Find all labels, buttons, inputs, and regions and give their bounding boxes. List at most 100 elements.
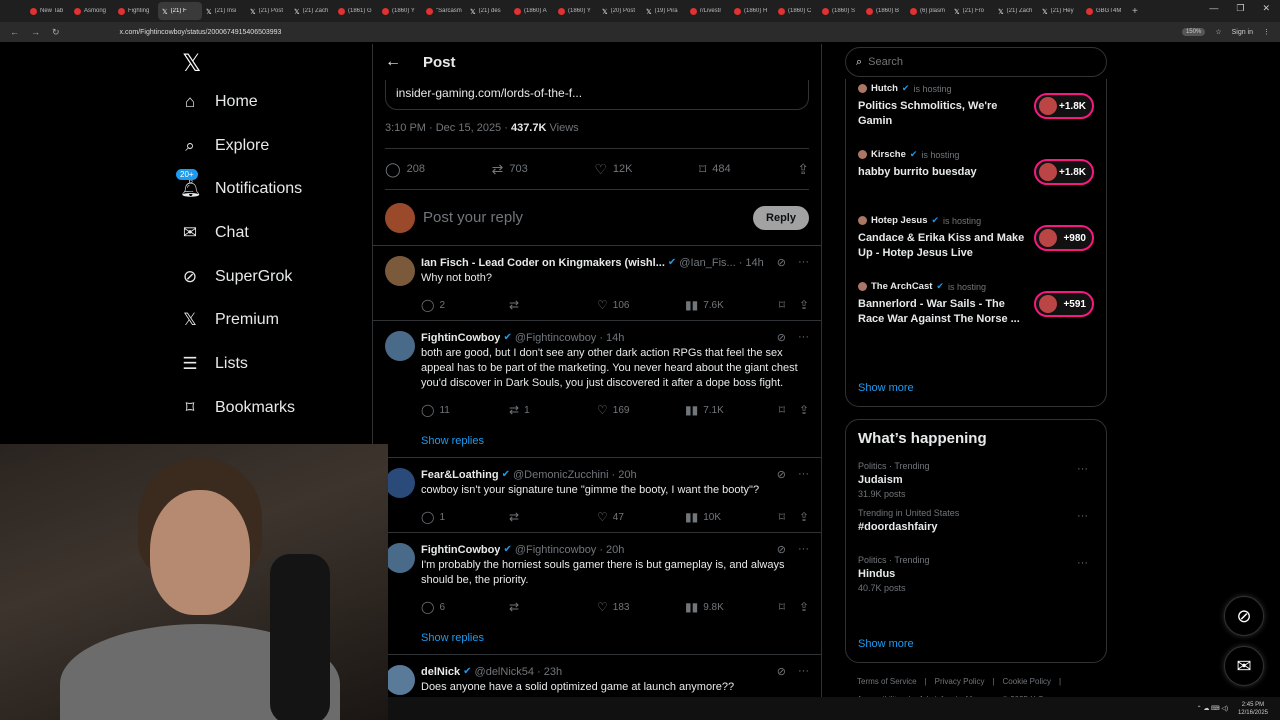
reply-bookmark-action[interactable]: ⌑ (779, 510, 785, 524)
close-icon[interactable]: ✕ (1262, 3, 1270, 14)
reply-time[interactable]: · 20h (612, 469, 637, 481)
reply-author-name[interactable]: delNick (421, 666, 460, 678)
footer-link[interactable]: Terms of Service (857, 677, 917, 686)
reply-handle[interactable]: @Ian_Fis... (679, 257, 735, 269)
reply-share-action[interactable]: ⇪ (799, 600, 809, 614)
reply-bookmark-action[interactable]: ⌑ (779, 403, 785, 417)
zoom-badge[interactable]: 150% (1181, 28, 1206, 36)
avatar[interactable] (385, 331, 415, 361)
reply-button[interactable]: Reply (753, 205, 809, 230)
reply-author-name[interactable]: FightinCowboy (421, 544, 500, 556)
browser-tab[interactable]: 𝕏 (21) Fro (950, 2, 994, 20)
reply-time[interactable]: · 23h (537, 666, 562, 678)
more-icon[interactable]: ··· (1077, 510, 1088, 522)
browser-tab[interactable]: 𝕏 (21) Hey (1038, 2, 1082, 20)
search-input[interactable] (868, 56, 1069, 68)
more-icon[interactable]: ··· (798, 665, 809, 678)
show-replies-link[interactable]: Show replies (373, 622, 821, 655)
reply-share-action[interactable]: ⇪ (799, 298, 809, 312)
browser-tab[interactable]: (1860) A (510, 2, 554, 20)
x-logo-icon[interactable]: 𝕏 (182, 50, 370, 80)
reply-reposts-action[interactable]: ⇄ (509, 298, 597, 312)
reply-time[interactable]: · 14h (599, 332, 624, 344)
repost-action[interactable]: ⇄ 703 (492, 161, 528, 178)
footer-link[interactable]: Cookie Policy (1003, 677, 1051, 686)
avatar[interactable] (385, 468, 415, 498)
reply-likes-action[interactable]: ♡ 183 (597, 600, 685, 614)
trend-item[interactable]: Politics · Trending Judaism 31.9K posts ··· (858, 461, 1094, 508)
show-replies-link[interactable]: Show replies (373, 425, 821, 458)
reply-input[interactable]: Post your reply (423, 209, 753, 226)
space-host-name[interactable]: Hutch (871, 83, 898, 94)
reply-bookmark-action[interactable]: ⌑ (779, 298, 785, 312)
reply-replies-action[interactable]: ◯ 11 (421, 403, 509, 417)
grok-icon[interactable]: ⊘ (777, 331, 786, 344)
reply-time[interactable]: · 14h (739, 257, 764, 269)
reply-views-action[interactable]: ▮▮ 7.6K (685, 298, 777, 312)
browser-tab[interactable]: (1861) G (334, 2, 378, 20)
more-icon[interactable]: ··· (1077, 463, 1088, 475)
trend-item[interactable]: Politics · Trending Hindus 40.7K posts ··· (858, 555, 1094, 602)
reload-icon[interactable]: ↻ (52, 27, 60, 38)
more-icon[interactable]: ··· (798, 331, 809, 344)
browser-tab[interactable]: 𝕏 (21) Insi (202, 2, 246, 20)
reply-handle[interactable]: @Fightincowboy (515, 544, 596, 556)
avatar[interactable] (385, 543, 415, 573)
post-timestamp[interactable]: 3:10 PM · Dec 15, 2025 · (385, 122, 511, 134)
messages-fab-button[interactable]: ✉ (1224, 646, 1264, 686)
search-box[interactable]: ⌕ (845, 47, 1107, 77)
more-icon[interactable]: ··· (798, 256, 809, 269)
browser-tab[interactable]: (1860) Y (378, 2, 422, 20)
live-space-item[interactable]: Kirsche ✔ is hosting habby burrito buesday +… (858, 145, 1094, 211)
trend-item[interactable]: Trending in United States #doordashfairy ·… (858, 508, 1094, 555)
reply-replies-action[interactable]: ◯ 2 (421, 298, 509, 312)
more-icon[interactable]: ··· (1077, 557, 1088, 569)
browser-tab[interactable]: (1860) Y (554, 2, 598, 20)
live-space-item[interactable]: The ArchCast ✔ is hosting Bannerlord - War … (858, 277, 1094, 343)
reply-author-name[interactable]: Ian Fisch - Lead Coder on Kingmakers (wi… (421, 257, 665, 269)
reply-share-action[interactable]: ⇪ (799, 403, 809, 417)
reply-reposts-action[interactable]: ⇄ (509, 600, 597, 614)
browser-tab[interactable]: Asmong (70, 2, 114, 20)
nav-item-home[interactable]: ⌂ Home (180, 80, 370, 124)
reply-author-name[interactable]: FightinCowboy (421, 332, 500, 344)
browser-tab[interactable]: (6) plasm (906, 2, 950, 20)
space-host-name[interactable]: Kirsche (871, 149, 906, 160)
grok-icon[interactable]: ⊘ (777, 665, 786, 678)
browser-tab[interactable]: New Tab (26, 2, 70, 20)
space-host-name[interactable]: Hotep Jesus (871, 215, 928, 226)
taskbar-clock[interactable]: 2:45 PM 12/16/2025 (1238, 701, 1268, 717)
grok-icon[interactable]: ⊘ (777, 468, 786, 481)
browser-tab[interactable]: (1860) S (818, 2, 862, 20)
signin-button[interactable]: Sign in (1232, 29, 1253, 36)
nav-item-bookmarks[interactable]: ⌑ Bookmarks (180, 386, 370, 430)
reply-bookmark-action[interactable]: ⌑ (779, 600, 785, 614)
nav-item-explore[interactable]: ⌕ Explore (180, 124, 370, 168)
back-icon[interactable]: ← (10, 27, 19, 38)
space-host-name[interactable]: The ArchCast (871, 281, 932, 292)
maximize-icon[interactable]: ❐ (1236, 3, 1244, 14)
nav-item-chat[interactable]: ✉ Chat (180, 211, 370, 255)
reply-likes-action[interactable]: ♡ 106 (597, 298, 685, 312)
live-space-item[interactable]: Hutch ✔ is hosting Politics Schmolitics, We… (858, 79, 1094, 145)
reply-action[interactable]: ◯ 208 (385, 161, 425, 178)
link-card[interactable]: insider-gaming.com/lords-of-the-f... (385, 80, 809, 110)
nav-item-premium[interactable]: 𝕏 Premium (180, 298, 370, 342)
browser-tab[interactable]: Fighting (114, 2, 158, 20)
browser-tab[interactable]: 𝕏 (21) Zach (290, 2, 334, 20)
forward-icon[interactable]: → (31, 27, 40, 38)
browser-tab[interactable]: 𝕏 (21) Post (246, 2, 290, 20)
grok-icon[interactable]: ⊘ (777, 256, 786, 269)
browser-tab[interactable]: 𝕏 (21) F (158, 2, 202, 20)
reply-reposts-action[interactable]: ⇄ (509, 510, 597, 524)
browser-tab[interactable]: 𝕏 (20) Post (598, 2, 642, 20)
reply-handle[interactable]: @delNick54 (475, 666, 534, 678)
reply-views-action[interactable]: ▮▮ 9.8K (685, 600, 777, 614)
browser-tab[interactable]: GBGT4M (1082, 2, 1126, 20)
menu-icon[interactable]: ⋮ (1263, 28, 1270, 36)
avatar[interactable] (385, 665, 415, 695)
nav-item-lists[interactable]: ☰ Lists (180, 342, 370, 386)
space-listeners-pill[interactable]: +591 (1034, 291, 1094, 317)
browser-tab[interactable]: "Sarcasm (422, 2, 466, 20)
reply-views-action[interactable]: ▮▮ 10K (685, 510, 777, 524)
